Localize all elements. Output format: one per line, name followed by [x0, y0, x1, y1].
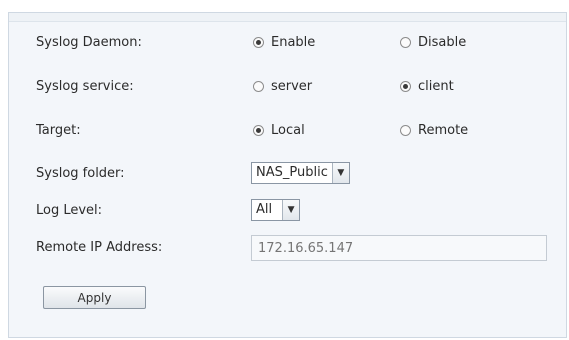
radio-button-icon: [253, 37, 264, 48]
syslog-daemon-disable-label: Disable: [418, 35, 467, 50]
syslog-folder-value: NAS_Public: [256, 165, 328, 180]
remote-ip-input[interactable]: [251, 235, 547, 261]
remote-ip-label: Remote IP Address:: [36, 240, 163, 255]
target-label: Target:: [36, 123, 81, 138]
syslog-service-server-label: server: [271, 79, 313, 94]
syslog-service-client-label: client: [418, 79, 454, 94]
target-local-label: Local: [271, 123, 305, 138]
syslog-service-client-radio[interactable]: client: [400, 79, 454, 94]
chevron-down-icon[interactable]: ▼: [331, 163, 349, 183]
radio-button-icon: [400, 81, 411, 92]
chevron-down-icon[interactable]: ▼: [282, 200, 300, 220]
target-local-radio[interactable]: Local: [253, 123, 305, 138]
log-level-value: All: [256, 202, 273, 217]
syslog-daemon-disable-radio[interactable]: Disable: [400, 35, 466, 50]
log-level-label: Log Level:: [36, 203, 103, 218]
radio-button-icon: [253, 81, 264, 92]
target-remote-radio[interactable]: Remote: [400, 123, 468, 138]
log-level-select[interactable]: All ▼: [251, 199, 301, 221]
radio-button-icon: [253, 125, 264, 136]
radio-button-icon: [400, 125, 411, 136]
apply-button[interactable]: Apply: [43, 286, 146, 309]
target-remote-label: Remote: [418, 123, 469, 138]
radio-button-icon: [400, 37, 411, 48]
panel-header-band: [9, 13, 566, 22]
syslog-folder-select[interactable]: NAS_Public ▼: [251, 162, 350, 184]
syslog-daemon-enable-radio[interactable]: Enable: [253, 35, 315, 50]
syslog-settings-panel: Syslog Daemon: Enable Disable Syslog ser…: [8, 12, 567, 338]
syslog-daemon-enable-label: Enable: [271, 35, 316, 50]
syslog-folder-label: Syslog folder:: [36, 166, 125, 181]
syslog-service-server-radio[interactable]: server: [253, 79, 312, 94]
syslog-daemon-label: Syslog Daemon:: [36, 35, 142, 50]
syslog-service-label: Syslog service:: [36, 79, 134, 94]
